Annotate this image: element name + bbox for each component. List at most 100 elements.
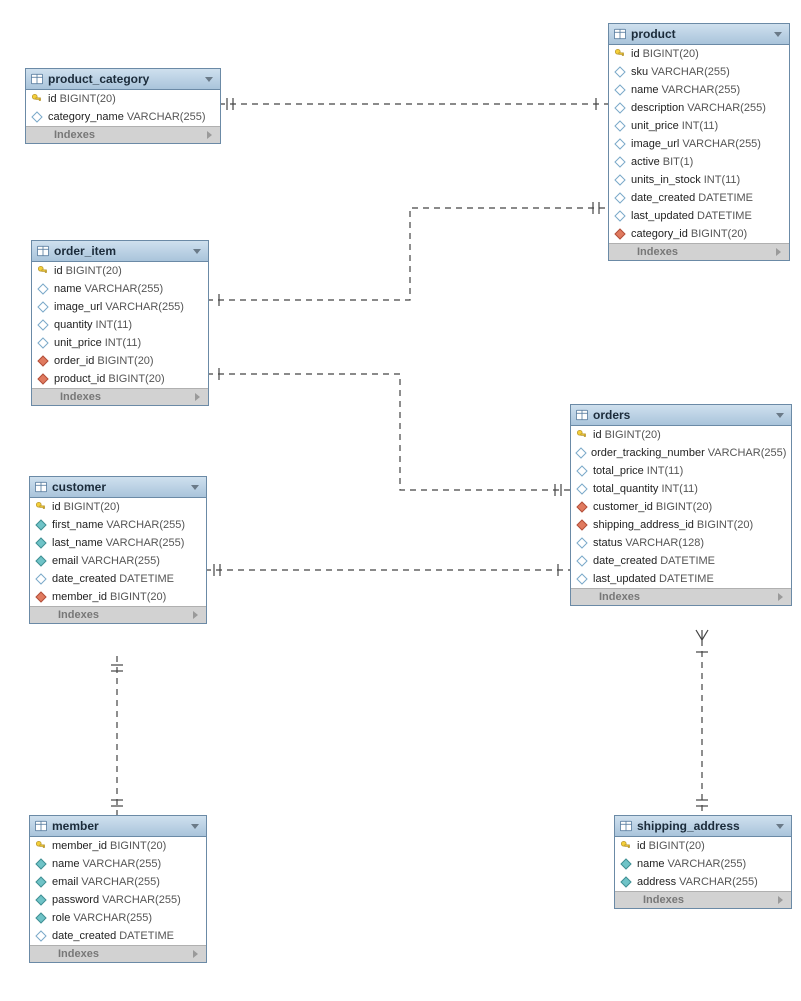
column-row[interactable]: id BIGINT(20) — [571, 426, 791, 444]
indexes-footer[interactable]: Indexes — [571, 588, 791, 605]
column-list: id BIGINT(20)order_tracking_number VARCH… — [571, 426, 791, 588]
column-name: category_name — [48, 111, 124, 123]
column-name: name — [54, 283, 82, 295]
column-row[interactable]: shipping_address_id BIGINT(20) — [571, 516, 791, 534]
column-name: active — [631, 156, 660, 168]
indexes-footer[interactable]: Indexes — [615, 891, 791, 908]
column-row[interactable]: sku VARCHAR(255) — [609, 63, 789, 81]
chevron-down-icon[interactable] — [192, 246, 202, 256]
table-header[interactable]: product — [609, 24, 789, 45]
column-name: customer_id — [593, 501, 653, 513]
column-type: VARCHAR(255) — [105, 301, 184, 313]
table-header[interactable]: member — [30, 816, 206, 837]
chevron-down-icon[interactable] — [190, 821, 200, 831]
indexes-footer[interactable]: Indexes — [32, 388, 208, 405]
column-row[interactable]: unit_price INT(11) — [32, 334, 208, 352]
chevron-right-icon[interactable] — [773, 247, 783, 257]
column-row[interactable]: password VARCHAR(255) — [30, 891, 206, 909]
chevron-right-icon[interactable] — [775, 592, 785, 602]
column-row[interactable]: status VARCHAR(128) — [571, 534, 791, 552]
column-row[interactable]: date_created DATETIME — [30, 570, 206, 588]
chevron-right-icon[interactable] — [775, 895, 785, 905]
table-header[interactable]: customer — [30, 477, 206, 498]
chevron-right-icon[interactable] — [190, 610, 200, 620]
indexes-footer[interactable]: Indexes — [30, 945, 206, 962]
column-row[interactable]: date_created DATETIME — [609, 189, 789, 207]
column-name: last_updated — [593, 573, 656, 585]
table-header[interactable]: product_category — [26, 69, 220, 90]
chevron-right-icon[interactable] — [204, 130, 214, 140]
chevron-right-icon[interactable] — [190, 949, 200, 959]
rel-customer-member — [111, 656, 123, 815]
fk-diamond-icon — [575, 519, 589, 531]
table-order_item[interactable]: order_itemid BIGINT(20)name VARCHAR(255)… — [31, 240, 209, 406]
table-product_category[interactable]: product_categoryid BIGINT(20)category_na… — [25, 68, 221, 144]
column-type: VARCHAR(255) — [81, 555, 160, 567]
column-row[interactable]: category_id BIGINT(20) — [609, 225, 789, 243]
column-row[interactable]: name VARCHAR(255) — [30, 855, 206, 873]
table-product[interactable]: product id BIGINT(20)sku VARCHAR(255)name… — [608, 23, 790, 261]
column-row[interactable]: first_name VARCHAR(255) — [30, 516, 206, 534]
column-row[interactable]: name VARCHAR(255) — [32, 280, 208, 298]
column-row[interactable]: email VARCHAR(255) — [30, 873, 206, 891]
column-row[interactable]: id BIGINT(20) — [30, 498, 206, 516]
column-type: BIGINT(20) — [110, 840, 166, 852]
table-title: orders — [593, 408, 775, 422]
chevron-down-icon[interactable] — [204, 74, 214, 84]
key-icon — [619, 840, 633, 852]
column-row[interactable]: total_quantity INT(11) — [571, 480, 791, 498]
column-row[interactable]: image_url VARCHAR(255) — [32, 298, 208, 316]
column-row[interactable]: email VARCHAR(255) — [30, 552, 206, 570]
column-type: VARCHAR(255) — [687, 102, 766, 114]
column-row[interactable]: role VARCHAR(255) — [30, 909, 206, 927]
table-orders[interactable]: orders id BIGINT(20)order_tracking_number… — [570, 404, 792, 606]
column-row[interactable]: name VARCHAR(255) — [615, 855, 791, 873]
column-list: id BIGINT(20)category_name VARCHAR(255) — [26, 90, 220, 126]
chevron-down-icon[interactable] — [773, 29, 783, 39]
column-row[interactable]: total_price INT(11) — [571, 462, 791, 480]
chevron-down-icon[interactable] — [775, 410, 785, 420]
column-row[interactable]: order_tracking_number VARCHAR(255) — [571, 444, 791, 462]
indexes-footer[interactable]: Indexes — [30, 606, 206, 623]
table-customer[interactable]: customerid BIGINT(20)first_name VARCHAR(… — [29, 476, 207, 624]
column-row[interactable]: unit_price INT(11) — [609, 117, 789, 135]
column-row[interactable]: id BIGINT(20) — [609, 45, 789, 63]
column-row[interactable]: id BIGINT(20) — [32, 262, 208, 280]
column-row[interactable]: name VARCHAR(255) — [609, 81, 789, 99]
column-row[interactable]: product_id BIGINT(20) — [32, 370, 208, 388]
table-header[interactable]: order_item — [32, 241, 208, 262]
column-row[interactable]: quantity INT(11) — [32, 316, 208, 334]
column-row[interactable]: category_name VARCHAR(255) — [26, 108, 220, 126]
column-name: order_id — [54, 355, 94, 367]
column-row[interactable]: customer_id BIGINT(20) — [571, 498, 791, 516]
table-shipping_address[interactable]: shipping_addressid BIGINT(20)name VARCHA… — [614, 815, 792, 909]
column-row[interactable]: last_updated DATETIME — [571, 570, 791, 588]
column-type: VARCHAR(255) — [679, 876, 758, 888]
table-title: product — [631, 27, 773, 41]
indexes-footer[interactable]: Indexes — [26, 126, 220, 143]
column-diamond-icon — [575, 465, 589, 477]
table-member[interactable]: membermember_id BIGINT(20)name VARCHAR(2… — [29, 815, 207, 963]
column-row[interactable]: last_name VARCHAR(255) — [30, 534, 206, 552]
column-name: role — [52, 912, 70, 924]
chevron-down-icon[interactable] — [775, 821, 785, 831]
table-header[interactable]: shipping_address — [615, 816, 791, 837]
column-row[interactable]: id BIGINT(20) — [26, 90, 220, 108]
column-row[interactable]: last_updated DATETIME — [609, 207, 789, 225]
chevron-right-icon[interactable] — [192, 392, 202, 402]
column-row[interactable]: member_id BIGINT(20) — [30, 837, 206, 855]
chevron-down-icon[interactable] — [190, 482, 200, 492]
table-header[interactable]: orders — [571, 405, 791, 426]
key-icon — [34, 501, 48, 513]
column-row[interactable]: units_in_stock INT(11) — [609, 171, 789, 189]
column-row[interactable]: date_created DATETIME — [571, 552, 791, 570]
column-row[interactable]: id BIGINT(20) — [615, 837, 791, 855]
column-row[interactable]: date_created DATETIME — [30, 927, 206, 945]
column-row[interactable]: order_id BIGINT(20) — [32, 352, 208, 370]
column-row[interactable]: address VARCHAR(255) — [615, 873, 791, 891]
column-row[interactable]: member_id BIGINT(20) — [30, 588, 206, 606]
indexes-footer[interactable]: Indexes — [609, 243, 789, 260]
column-row[interactable]: active BIT(1) — [609, 153, 789, 171]
column-row[interactable]: image_url VARCHAR(255) — [609, 135, 789, 153]
column-row[interactable]: description VARCHAR(255) — [609, 99, 789, 117]
